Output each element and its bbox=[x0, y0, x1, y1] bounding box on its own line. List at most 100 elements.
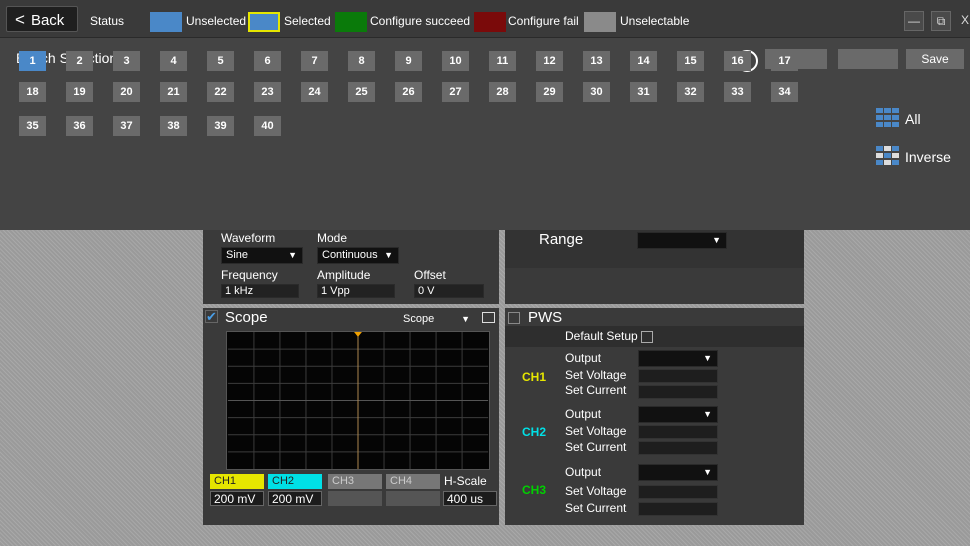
bench-button-3[interactable]: 3 bbox=[113, 51, 140, 71]
blank-button-2[interactable] bbox=[838, 49, 898, 69]
pws-ch3-voltage-field[interactable] bbox=[638, 485, 718, 499]
amplitude-label: Amplitude bbox=[317, 268, 371, 282]
back-button[interactable]: < Back bbox=[6, 6, 78, 32]
bench-button-14[interactable]: 14 bbox=[630, 51, 657, 71]
pws-ch1-current-field[interactable] bbox=[638, 385, 718, 399]
legend-label-configure-fail: Configure fail bbox=[508, 14, 579, 28]
trigger-marker-icon[interactable] bbox=[354, 332, 362, 337]
status-label: Status bbox=[90, 14, 125, 28]
pws-ch3-current-field[interactable] bbox=[638, 502, 718, 516]
bench-button-36[interactable]: 36 bbox=[66, 116, 93, 136]
bench-button-26[interactable]: 26 bbox=[395, 82, 422, 102]
bench-button-33[interactable]: 33 bbox=[724, 82, 751, 102]
frequency-field[interactable]: 1 kHz bbox=[221, 284, 299, 298]
offset-field[interactable]: 0 V bbox=[414, 284, 484, 298]
default-setup-checkbox[interactable] bbox=[641, 331, 653, 343]
bench-button-28[interactable]: 28 bbox=[489, 82, 516, 102]
bench-button-5[interactable]: 5 bbox=[207, 51, 234, 71]
bench-button-21[interactable]: 21 bbox=[160, 82, 187, 102]
pws-ch2-voltage-field[interactable] bbox=[638, 425, 718, 439]
select-all-icon[interactable] bbox=[876, 108, 900, 128]
bench-button-16[interactable]: 16 bbox=[724, 51, 751, 71]
bench-button-18[interactable]: 18 bbox=[19, 82, 46, 102]
legend-label-unselected: Unselected bbox=[186, 14, 247, 28]
caret-down-icon: ▼ bbox=[703, 353, 712, 363]
bench-button-17[interactable]: 17 bbox=[771, 51, 798, 71]
scope-mode-dropdown[interactable]: Scope ▼ bbox=[398, 311, 476, 328]
bench-button-7[interactable]: 7 bbox=[301, 51, 328, 71]
pws-ch1-voltage-field[interactable] bbox=[638, 369, 718, 383]
caret-down-icon: ▼ bbox=[712, 235, 721, 245]
pws-ch2-label: CH2 bbox=[522, 425, 547, 439]
restore-button[interactable]: ⧉ bbox=[931, 11, 951, 31]
select-all-label[interactable]: All bbox=[905, 111, 921, 127]
pws-ch1-voltage-label: Set Voltage bbox=[565, 368, 627, 382]
bench-button-37[interactable]: 37 bbox=[113, 116, 140, 136]
bench-button-8[interactable]: 8 bbox=[348, 51, 375, 71]
bench-button-2[interactable]: 2 bbox=[66, 51, 93, 71]
save-button[interactable]: Save bbox=[906, 49, 964, 69]
bench-button-11[interactable]: 11 bbox=[489, 51, 516, 71]
bench-button-22[interactable]: 22 bbox=[207, 82, 234, 102]
legend-label-selected: Selected bbox=[284, 14, 331, 28]
bench-button-9[interactable]: 9 bbox=[395, 51, 422, 71]
bench-button-32[interactable]: 32 bbox=[677, 82, 704, 102]
bench-button-29[interactable]: 29 bbox=[536, 82, 563, 102]
pws-checkbox[interactable] bbox=[508, 312, 520, 324]
inverse-selection-icon[interactable] bbox=[876, 146, 900, 166]
bench-button-23[interactable]: 23 bbox=[254, 82, 281, 102]
bench-button-1[interactable]: 1 bbox=[19, 51, 46, 71]
legend-swatch-configure-succeed bbox=[335, 12, 367, 32]
scope-ch4-button[interactable]: CH4 bbox=[386, 474, 440, 489]
offset-label: Offset bbox=[414, 268, 446, 282]
default-setup-label: Default Setup bbox=[565, 329, 638, 343]
amplitude-field[interactable]: 1 Vpp bbox=[317, 284, 395, 298]
bench-button-40[interactable]: 40 bbox=[254, 116, 281, 136]
bench-button-12[interactable]: 12 bbox=[536, 51, 563, 71]
bench-button-31[interactable]: 31 bbox=[630, 82, 657, 102]
caret-down-icon: ▼ bbox=[703, 409, 712, 419]
bench-button-25[interactable]: 25 bbox=[348, 82, 375, 102]
pws-ch1-output-dropdown[interactable]: ▼ bbox=[638, 350, 718, 367]
scope-title: Scope bbox=[225, 309, 268, 326]
bench-button-38[interactable]: 38 bbox=[160, 116, 187, 136]
bench-button-30[interactable]: 30 bbox=[583, 82, 610, 102]
bench-button-19[interactable]: 19 bbox=[66, 82, 93, 102]
scope-ch3-button[interactable]: CH3 bbox=[328, 474, 382, 489]
pws-ch2-output-label: Output bbox=[565, 407, 602, 421]
hscale-label: H-Scale bbox=[444, 474, 487, 488]
bench-button-24[interactable]: 24 bbox=[301, 82, 328, 102]
minimize-button[interactable]: — bbox=[904, 11, 924, 31]
waveform-dropdown[interactable]: Sine ▼ bbox=[221, 247, 303, 264]
scope-ch2-button[interactable]: CH2 bbox=[268, 474, 322, 489]
legend-swatch-unselected bbox=[150, 12, 182, 32]
scope-ch4-scale bbox=[386, 491, 440, 506]
pws-ch2-output-dropdown[interactable]: ▼ bbox=[638, 406, 718, 423]
bench-button-6[interactable]: 6 bbox=[254, 51, 281, 71]
scope-ch2-scale[interactable]: 200 mV bbox=[268, 491, 322, 506]
bench-button-34[interactable]: 34 bbox=[771, 82, 798, 102]
bench-button-13[interactable]: 13 bbox=[583, 51, 610, 71]
inverse-selection-label[interactable]: Inverse bbox=[905, 149, 951, 165]
close-button[interactable]: X bbox=[958, 11, 970, 31]
bench-button-15[interactable]: 15 bbox=[677, 51, 704, 71]
hscale-value[interactable]: 400 us bbox=[443, 491, 497, 506]
caret-down-icon: ▼ bbox=[703, 467, 712, 477]
pws-ch1-label: CH1 bbox=[522, 370, 547, 384]
bench-button-20[interactable]: 20 bbox=[113, 82, 140, 102]
mode-dropdown[interactable]: Continuous ▼ bbox=[317, 247, 399, 264]
bench-button-4[interactable]: 4 bbox=[160, 51, 187, 71]
scope-ch1-scale[interactable]: 200 mV bbox=[210, 491, 264, 506]
pws-ch3-output-dropdown[interactable]: ▼ bbox=[638, 464, 718, 481]
maximize-icon[interactable] bbox=[482, 312, 495, 323]
pws-ch2-current-field[interactable] bbox=[638, 441, 718, 455]
bench-button-10[interactable]: 10 bbox=[442, 51, 469, 71]
scope-checkbox[interactable]: ✔ bbox=[205, 310, 218, 323]
bench-button-35[interactable]: 35 bbox=[19, 116, 46, 136]
scope-ch1-button[interactable]: CH1 bbox=[210, 474, 264, 489]
pws-ch3-voltage-label: Set Voltage bbox=[565, 484, 627, 498]
bench-button-27[interactable]: 27 bbox=[442, 82, 469, 102]
range-dropdown[interactable]: ▼ bbox=[637, 232, 727, 249]
bench-button-39[interactable]: 39 bbox=[207, 116, 234, 136]
caret-down-icon: ▼ bbox=[384, 250, 393, 260]
